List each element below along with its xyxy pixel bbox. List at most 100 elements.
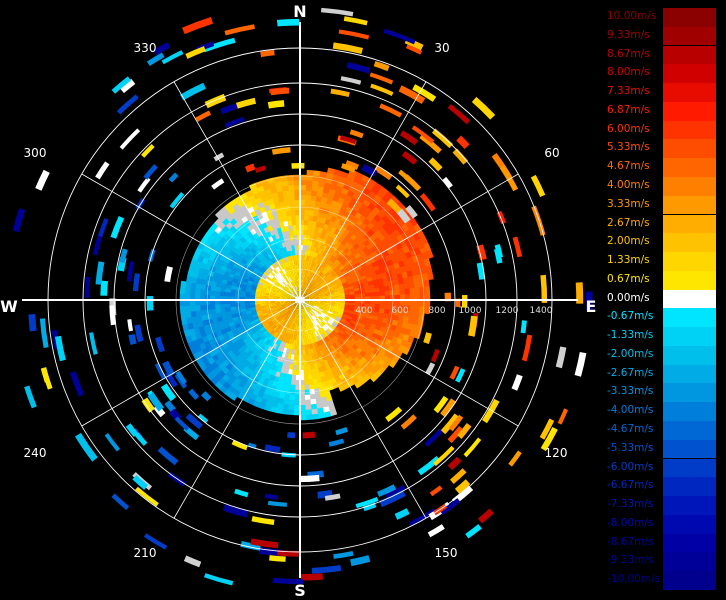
colorbar-swatch [663, 45, 716, 65]
colorbar-entry: 4.00m/s [604, 176, 716, 196]
echo-gate [399, 130, 419, 146]
colorbar-swatch [663, 364, 716, 384]
echo-gate [155, 336, 165, 353]
colorbar-swatch [663, 120, 716, 140]
colorbar-swatch [663, 458, 716, 478]
colorbar-swatch [663, 233, 716, 252]
echo-gate [188, 388, 200, 400]
colorbar-entry: -3.33m/s [604, 383, 716, 403]
colorbar-label: -6.67m/s [607, 479, 654, 492]
radar-site-marker: ✱ [294, 293, 306, 309]
colorbar-label: -8.67m/s [607, 535, 654, 548]
cardinal-w: W [0, 297, 18, 316]
colorbar-entry: 8.00m/s [604, 64, 716, 83]
echo-cell [305, 414, 313, 421]
echo-cell [189, 305, 196, 312]
echo-gate [540, 274, 548, 303]
colorbar-swatch [663, 345, 716, 365]
echo-gate [302, 431, 316, 439]
echo-gate [328, 438, 345, 447]
colorbar-label: -2.67m/s [607, 366, 654, 379]
cardinal-s: S [294, 581, 306, 600]
echo-gate [369, 72, 394, 85]
echo-gate [463, 437, 482, 458]
echo-gate [84, 276, 91, 298]
echo-cell [311, 413, 319, 420]
echo-gate [203, 573, 234, 586]
colorbar-entry: 6.87m/s [604, 101, 716, 121]
colorbar-swatch [663, 176, 716, 196]
azimuth-label-120: 120 [545, 446, 568, 460]
echo-gate [333, 551, 354, 559]
colorbar-swatch [663, 139, 716, 159]
colorbar-entry: -4.00m/s [604, 402, 716, 421]
echo-cell [220, 307, 226, 313]
echo-cell [180, 280, 187, 288]
echo-gate [311, 565, 342, 574]
echo-gate [343, 16, 368, 26]
echo-cell [209, 304, 216, 310]
echo-cell [194, 304, 201, 312]
colorbar-label: 3.33m/s [607, 197, 650, 210]
colorbar-entry: 3.33m/s [604, 195, 716, 215]
echo-gate [496, 210, 507, 225]
echo-cell [289, 199, 296, 206]
colorbar-label: -7.33m/s [607, 498, 654, 511]
echo-gate [267, 500, 287, 507]
echo-cell [294, 244, 298, 251]
echo-cell [288, 404, 295, 411]
echo-gate [135, 486, 159, 507]
echo-cell [304, 384, 310, 391]
echo-gate [128, 334, 137, 345]
echo-gate [394, 508, 410, 520]
echo-gate [110, 215, 125, 239]
echo-cell [414, 287, 421, 295]
echo-cell [303, 374, 309, 381]
echo-cell [409, 305, 416, 313]
range-label-1200: 1200 [496, 306, 519, 316]
colorbar-label: -0.67m/s [607, 310, 654, 323]
echo-cell [184, 305, 191, 313]
colorbar-entry: 7.33m/s [604, 83, 716, 102]
echo-gate [335, 427, 349, 436]
echo-cell [369, 292, 376, 297]
echo-gate [201, 391, 212, 402]
echo-gate [338, 29, 370, 40]
echo-gate [211, 178, 225, 190]
echo-gate [70, 371, 85, 397]
echo-gate [164, 266, 173, 282]
echo-gate [157, 446, 179, 466]
echo-cell [224, 303, 231, 308]
echo-cell [179, 305, 186, 313]
echo-cell [184, 287, 191, 295]
colorbar-label: 4.00m/s [607, 178, 650, 191]
echo-gate [267, 100, 285, 109]
echo-cell [308, 379, 314, 385]
echo-gate [373, 60, 390, 72]
echo-gate [134, 432, 148, 446]
echo-cell [287, 184, 295, 191]
colorbar-swatch [663, 571, 716, 590]
echo-gate [321, 7, 354, 17]
echo-cell [244, 302, 251, 306]
echo-cell [394, 289, 401, 296]
echo-cell [303, 369, 308, 376]
echo-cell [290, 384, 296, 391]
echo-gate [429, 485, 443, 497]
azimuth-label-210: 210 [134, 546, 157, 560]
echo-gate [465, 524, 482, 539]
echo-gate [119, 128, 141, 150]
echo-cell [302, 349, 306, 356]
echo-gate [264, 493, 279, 500]
echo-cell [239, 302, 246, 307]
colorbar-label: 5.33m/s [607, 141, 650, 154]
colorbar-label: 1.33m/s [607, 254, 650, 267]
echo-cell [214, 303, 221, 309]
colorbar-entry: -10.00m/s [604, 571, 716, 590]
echo-cell [305, 189, 312, 196]
echo-cell [219, 303, 226, 309]
echo-gate [298, 474, 320, 483]
echo-cell [287, 179, 295, 186]
colorbar-entry: -9.33m/s [604, 552, 716, 572]
colorbar-entry: 4.67m/s [604, 158, 716, 177]
